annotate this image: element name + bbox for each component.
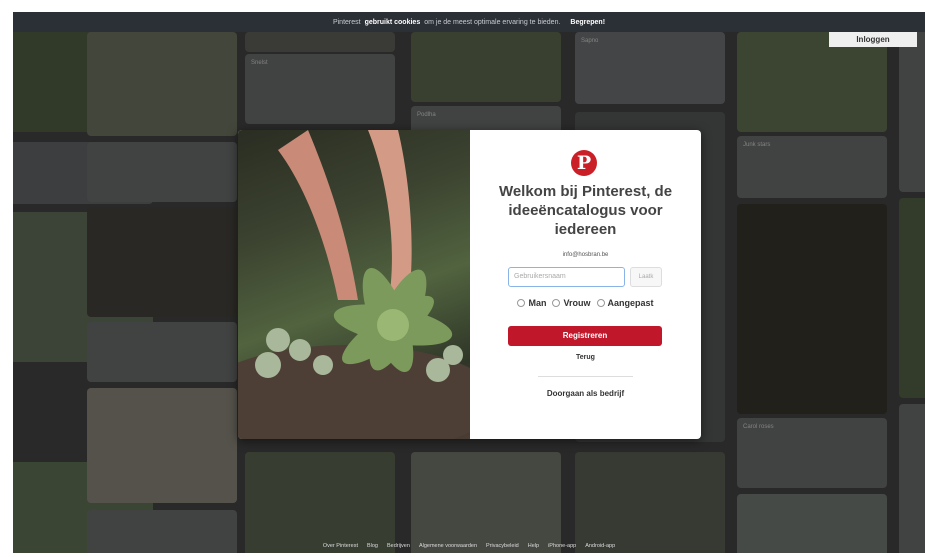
- radio-icon[interactable]: [596, 299, 605, 307]
- footer-link[interactable]: Algemene voorwaarden: [419, 543, 477, 549]
- pinterest-logo-icon: P: [571, 150, 597, 176]
- cookie-banner: Pinterest gebruikt cookies om je de mees…: [13, 12, 925, 32]
- back-link[interactable]: Terug: [470, 354, 701, 361]
- gender-option-vrouw[interactable]: Vrouw: [552, 298, 591, 308]
- footer-link[interactable]: iPhone-app: [548, 543, 576, 549]
- gender-label: Vrouw: [563, 298, 591, 308]
- footer-link[interactable]: Android-app: [585, 543, 615, 549]
- cookie-accept-link[interactable]: Begrepen!: [570, 19, 605, 26]
- password-input[interactable]: Gebruikersnaam: [508, 267, 625, 287]
- radio-icon[interactable]: [517, 299, 526, 307]
- footer-link[interactable]: Help: [528, 543, 539, 549]
- gender-option-aangepast[interactable]: Aangepast: [596, 298, 654, 308]
- signup-form: P Welkom bij Pinterest, de ideeëncatalog…: [470, 130, 701, 439]
- cookie-text-suffix: om je de meest optimale ervaring te bied…: [424, 18, 561, 26]
- divider: [538, 376, 633, 377]
- gender-label: Aangepast: [607, 298, 654, 308]
- email-display: info@hosbran.be: [562, 252, 609, 258]
- footer-link[interactable]: Privacybeleid: [486, 543, 519, 549]
- pinterest-page: Snelst Podlha Sapno Junk stars Carol ros…: [13, 12, 925, 553]
- gender-option-man[interactable]: Man: [517, 298, 546, 308]
- succulent-photo: [238, 130, 470, 439]
- footer-link[interactable]: Over Pinterest: [323, 543, 358, 549]
- footer-link[interactable]: Blog: [367, 543, 378, 549]
- footer-link[interactable]: Bedrijven: [387, 543, 410, 549]
- register-button[interactable]: Registreren: [508, 326, 662, 346]
- radio-icon[interactable]: [552, 299, 561, 307]
- signup-modal: P Welkom bij Pinterest, de ideeëncatalog…: [238, 130, 701, 439]
- gender-label: Man: [528, 298, 547, 308]
- succulent-illustration: [238, 130, 470, 439]
- cookie-text-prefix: Pinterest: [332, 18, 361, 26]
- welcome-headline: Welkom bij Pinterest, de ideeëncatalogus…: [498, 183, 673, 238]
- cookie-text-bold: gebruikt cookies: [364, 18, 421, 26]
- gender-options: Man Vrouw Aangepast: [470, 298, 701, 308]
- footer-links: Over Pinterest Blog Bedrijven Algemene v…: [13, 543, 925, 549]
- next-button[interactable]: Laatk: [630, 267, 662, 287]
- continue-as-business-link[interactable]: Doorgaan als bedrijf: [470, 389, 701, 398]
- login-button[interactable]: Inloggen: [829, 32, 917, 47]
